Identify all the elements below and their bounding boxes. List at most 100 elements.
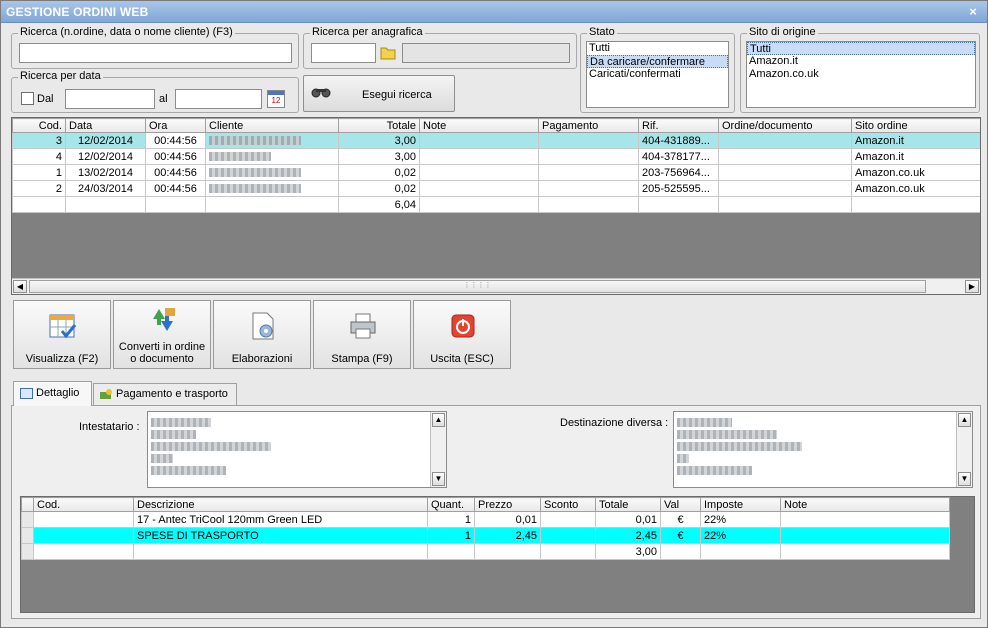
- cell-imposte: 22%: [700, 511, 781, 528]
- cell-quant: 1: [427, 511, 475, 528]
- cell-cliente: [205, 180, 339, 197]
- cell-rif: 205-525595...: [638, 180, 719, 197]
- scroll-thumb[interactable]: ⋮⋮⋮⋮: [29, 280, 926, 293]
- date-from-input[interactable]: [65, 89, 155, 109]
- scroll-up-icon[interactable]: ▲: [958, 413, 971, 427]
- cell-data: 13/02/2014: [65, 164, 146, 181]
- cell-cod: [33, 511, 134, 528]
- uscita-button[interactable]: Uscita (ESC): [413, 300, 511, 369]
- scroll-up-icon[interactable]: ▲: [432, 413, 445, 427]
- totals-row: 3,00: [21, 543, 950, 560]
- col-note[interactable]: Note: [419, 118, 539, 133]
- table-row[interactable]: 17 - Antec TriCool 120mm Green LED 1 0,0…: [21, 511, 950, 528]
- convert-arrows-icon: [148, 305, 178, 335]
- visualizza-button[interactable]: Visualizza (F2): [13, 300, 111, 369]
- col-sito[interactable]: Sito ordine: [851, 118, 980, 133]
- col-data[interactable]: Data: [65, 118, 146, 133]
- folder-icon[interactable]: [380, 45, 396, 60]
- scroll-left-icon[interactable]: ◀: [13, 280, 27, 293]
- calendar-icon[interactable]: 12: [267, 90, 285, 108]
- col-cod[interactable]: Cod.: [33, 497, 134, 512]
- col-val[interactable]: Val: [660, 497, 701, 512]
- date-to-input[interactable]: [175, 89, 262, 109]
- cell-quant: 1: [427, 527, 475, 544]
- stato-option-da-caricare[interactable]: Da caricare/confermare: [587, 55, 728, 68]
- tab-dettaglio[interactable]: Dettaglio: [13, 381, 92, 406]
- table-row[interactable]: 2 24/03/2014 00:44:56 0,02 205-525595...…: [12, 180, 980, 197]
- stato-group: Stato Tutti Da caricare/confermare Caric…: [580, 26, 735, 113]
- row-indicator: [21, 527, 34, 544]
- cell-note: [419, 132, 539, 149]
- cell-note: [419, 148, 539, 165]
- col-note[interactable]: Note: [780, 497, 950, 512]
- sito-option-amazon-uk[interactable]: Amazon.co.uk: [747, 68, 975, 81]
- col-imposte[interactable]: Imposte: [700, 497, 781, 512]
- col-totale[interactable]: Totale: [338, 118, 420, 133]
- cell-ora: 00:44:56: [145, 164, 206, 181]
- intestatario-scrollbar[interactable]: ▲ ▼: [430, 412, 446, 487]
- stampa-button[interactable]: Stampa (F9): [313, 300, 411, 369]
- col-rif[interactable]: Rif.: [638, 118, 719, 133]
- sito-option-tutti[interactable]: Tutti: [747, 42, 975, 55]
- col-ora[interactable]: Ora: [145, 118, 206, 133]
- col-cliente[interactable]: Cliente: [205, 118, 339, 133]
- table-row[interactable]: 3 12/02/2014 00:44:56 3,00 404-431889...…: [12, 132, 980, 149]
- sito-label: Sito di origine: [747, 26, 818, 38]
- cell-ora[interactable]: 00:44:56: [145, 132, 206, 149]
- col-totale[interactable]: Totale: [595, 497, 661, 512]
- cell-rif: 203-756964...: [638, 164, 719, 181]
- col-cod[interactable]: Cod.: [12, 118, 66, 133]
- cell-cod: 2: [12, 180, 66, 197]
- col-ordine[interactable]: Ordine/documento: [718, 118, 852, 133]
- tab-pagamento[interactable]: Pagamento e trasporto: [93, 383, 237, 405]
- search-input[interactable]: [19, 43, 292, 63]
- scroll-right-icon[interactable]: ▶: [965, 280, 979, 293]
- cell-cod: 3: [12, 132, 66, 149]
- scroll-down-icon[interactable]: ▼: [958, 472, 971, 486]
- cell-data: 24/03/2014: [65, 180, 146, 197]
- blurred-text: [677, 441, 802, 451]
- sito-group: Sito di origine Tutti Amazon.it Amazon.c…: [740, 26, 980, 113]
- orders-hscrollbar[interactable]: ◀ ⋮⋮⋮⋮ ▶: [12, 278, 980, 294]
- col-descrizione[interactable]: Descrizione: [133, 497, 428, 512]
- cell-pagamento: [538, 164, 639, 181]
- col-sconto[interactable]: Sconto: [540, 497, 596, 512]
- elaborazioni-button[interactable]: Elaborazioni: [213, 300, 311, 369]
- stato-option-caricati[interactable]: Caricati/confermati: [587, 68, 728, 81]
- date-from-checkbox[interactable]: [21, 92, 34, 105]
- converti-button[interactable]: Converti in ordine o documento: [113, 300, 211, 369]
- items-grid[interactable]: Cod. Descrizione Quant. Prezzo Sconto To…: [20, 496, 975, 613]
- orders-grid[interactable]: Cod. Data Ora Cliente Totale Note Pagame…: [11, 117, 981, 295]
- scroll-down-icon[interactable]: ▼: [432, 472, 445, 486]
- cell-totale: 3,00: [338, 148, 420, 165]
- col-prezzo[interactable]: Prezzo: [474, 497, 541, 512]
- run-search-button[interactable]: Esegui ricerca: [303, 75, 455, 112]
- cell-ordine: [718, 132, 852, 149]
- blurred-text: [151, 429, 196, 439]
- tab-pagamento-label: Pagamento e trasporto: [116, 388, 228, 400]
- converti-label: Converti in ordine o documento: [114, 341, 210, 365]
- stato-option-tutti[interactable]: Tutti: [587, 42, 728, 55]
- cell-note: [780, 511, 950, 528]
- intestatario-box[interactable]: ▲ ▼: [147, 411, 447, 488]
- destinazione-box[interactable]: ▲ ▼: [673, 411, 973, 488]
- close-icon[interactable]: ×: [965, 4, 981, 20]
- blurred-text: [151, 417, 211, 427]
- date-from-label: Dal: [37, 93, 54, 105]
- destinazione-scrollbar[interactable]: ▲ ▼: [956, 412, 972, 487]
- tab-dettaglio-label: Dettaglio: [36, 387, 80, 399]
- stato-label: Stato: [587, 26, 617, 38]
- sito-list[interactable]: Tutti Amazon.it Amazon.co.uk: [746, 41, 976, 108]
- table-row[interactable]: 4 12/02/2014 00:44:56 3,00 404-378177...…: [12, 148, 980, 165]
- table-row[interactable]: SPESE DI TRASPORTO 1 2,45 2,45 € 22%: [21, 527, 950, 544]
- col-pagamento[interactable]: Pagamento: [538, 118, 639, 133]
- cell-ordine: [718, 164, 852, 181]
- sito-option-amazon-it[interactable]: Amazon.it: [747, 55, 975, 68]
- blurred-text: [677, 453, 689, 463]
- anagrafica-code-input[interactable]: [311, 43, 376, 63]
- col-quant[interactable]: Quant.: [427, 497, 475, 512]
- table-row[interactable]: 1 13/02/2014 00:44:56 0,02 203-756964...…: [12, 164, 980, 181]
- stato-list[interactable]: Tutti Da caricare/confermare Caricati/co…: [586, 41, 729, 108]
- cell-note: [419, 164, 539, 181]
- orders-total: 6,04: [338, 196, 420, 213]
